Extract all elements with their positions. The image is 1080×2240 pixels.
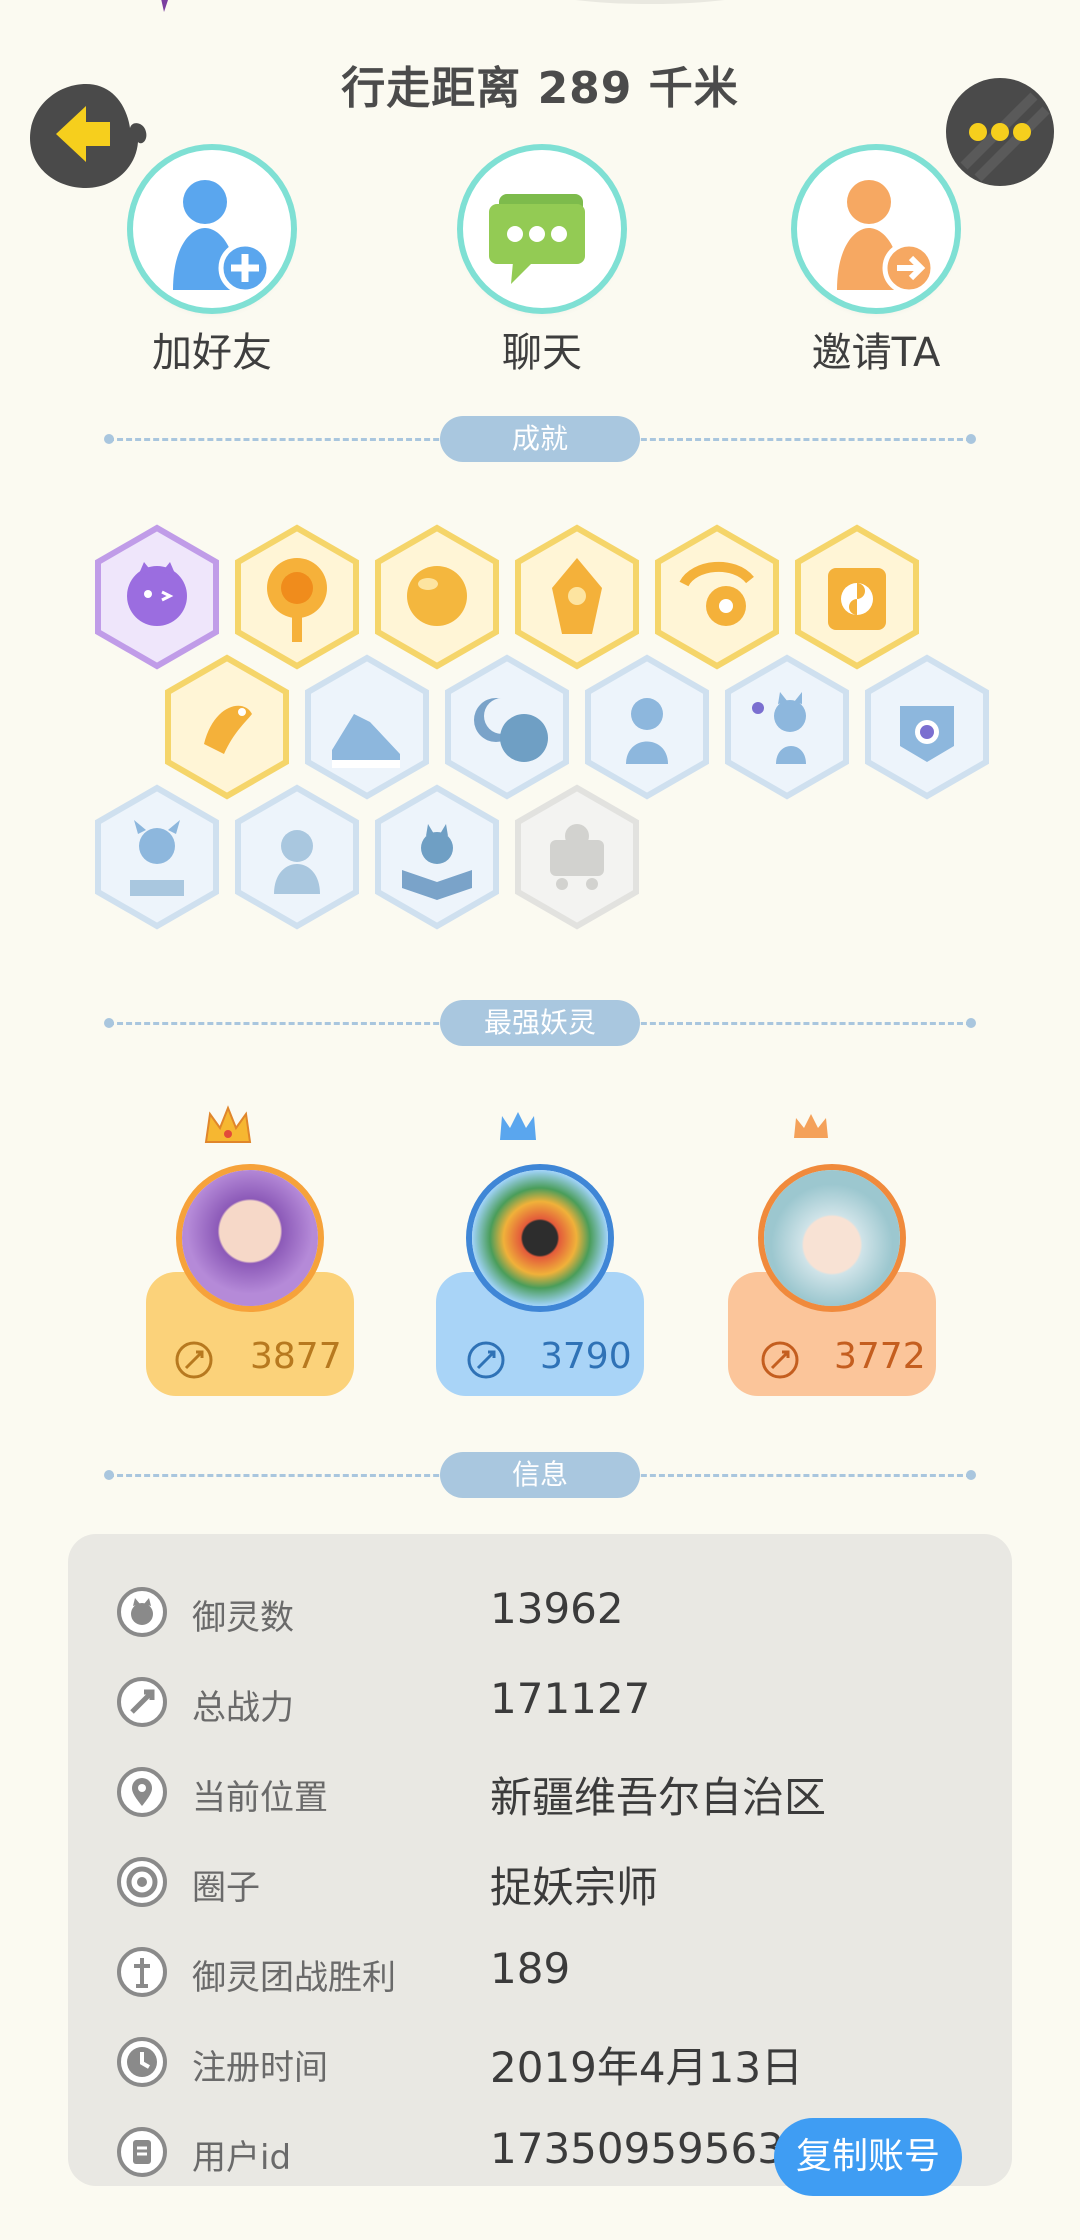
info-label: 注册时间 — [192, 2048, 328, 2088]
info-value: 171127 — [490, 1674, 651, 1723]
blue-crown-icon — [500, 1112, 536, 1140]
info-row-team-battle-wins: 御灵团战胜利 189 — [68, 1934, 1012, 2014]
spirit-avatar-3[interactable] — [764, 1170, 900, 1306]
chat-button[interactable]: 聊天 — [452, 150, 632, 378]
info-label: 圈子 — [192, 1868, 260, 1908]
invite-icon — [797, 150, 955, 308]
info-row-total-power: 总战力 171127 — [68, 1664, 1012, 1744]
spirit-power-1: 3877 — [250, 1336, 342, 1377]
shield-scroll-badge-icon[interactable] — [864, 654, 990, 800]
invite-button[interactable]: 邀请TA — [786, 150, 966, 378]
divider-dot — [104, 434, 114, 444]
sun-badge-icon[interactable] — [234, 524, 360, 670]
team-battle-icon — [117, 1947, 167, 1997]
taiji-box-badge-icon[interactable] — [794, 524, 920, 670]
battle-power-icon — [117, 1677, 167, 1727]
moon-badge-icon[interactable] — [444, 654, 570, 800]
info-panel: 御灵数 13962 总战力 171127 当前位置 新疆维吾尔自治区 圈子 捉妖… — [68, 1534, 1012, 2196]
info-row-spirit-count: 御灵数 13962 — [68, 1574, 1012, 1654]
crystal-badge-icon[interactable] — [514, 524, 640, 670]
info-value: 新疆维吾尔自治区 — [490, 1773, 827, 1822]
user-id-icon — [117, 2127, 167, 2177]
walk-distance: 行走距离 289 千米 — [341, 63, 739, 114]
logo-fragment-icon — [161, 0, 168, 12]
top-arc-decoration — [520, 0, 780, 4]
gold-crown-icon — [204, 1105, 252, 1143]
strongest-heading: 最强妖灵 — [440, 1000, 640, 1046]
bull-statue-badge-icon[interactable] — [94, 784, 220, 930]
divider-dot — [104, 1470, 114, 1480]
achievements-heading: 成就 — [440, 416, 640, 462]
purple-demon-badge-icon[interactable] — [94, 524, 220, 670]
info-row-circle: 圈子 捉妖宗师 — [68, 1844, 1012, 1924]
info-value: 2019年4月13日 — [490, 2043, 804, 2092]
info-row-register-date: 注册时间 2019年4月13日 — [68, 2024, 1012, 2104]
info-label: 御灵数 — [192, 1598, 294, 1638]
copy-account-button[interactable]: 复制账号 — [774, 2118, 962, 2196]
kitten-badge-icon[interactable] — [234, 784, 360, 930]
add-friend-button[interactable]: 加好友 — [122, 150, 302, 378]
spirit-count-icon — [117, 1587, 167, 1637]
bear-statue-badge-icon[interactable] — [584, 654, 710, 800]
spirit-power-3: 3772 — [834, 1336, 926, 1377]
info-value: 捉妖宗师 — [490, 1863, 659, 1912]
sneaker-badge-icon[interactable] — [304, 654, 430, 800]
info-label: 用户id — [192, 2138, 292, 2178]
spirit-avatar-1[interactable] — [182, 1170, 318, 1306]
invite-label: 邀请TA — [811, 330, 941, 376]
info-heading: 信息 — [440, 1452, 640, 1498]
locked-cart-badge-icon[interactable] — [514, 784, 640, 930]
golden-orb-badge-icon[interactable] — [374, 524, 500, 670]
chat-label: 聊天 — [502, 330, 582, 376]
taiji-comet-badge-icon[interactable] — [654, 524, 780, 670]
divider-dot — [966, 1470, 976, 1480]
battle-power-icon — [175, 1341, 213, 1379]
info-value: 13962 — [490, 1584, 624, 1633]
location-pin-icon — [117, 1767, 167, 1817]
clock-icon — [117, 2037, 167, 2087]
golden-fish-badge-icon[interactable] — [164, 654, 290, 800]
info-row-user-id: 用户id 17350959563 复制账号 — [68, 2114, 1012, 2196]
user-id-value: 17350959563 — [490, 2124, 784, 2173]
open-book-badge-icon[interactable] — [374, 784, 500, 930]
spirit-avatar-2[interactable] — [472, 1170, 608, 1306]
info-label: 总战力 — [192, 1688, 294, 1728]
info-value: 189 — [490, 1944, 571, 1993]
bronze-crown-icon — [794, 1114, 828, 1138]
add-friend-label: 加好友 — [152, 330, 272, 376]
spirit-power-2: 3790 — [540, 1336, 632, 1377]
info-row-location: 当前位置 新疆维吾尔自治区 — [68, 1754, 1012, 1834]
chat-icon — [463, 150, 621, 308]
battle-power-icon — [761, 1341, 799, 1379]
info-label: 当前位置 — [192, 1778, 328, 1818]
fox-spirit-badge-icon[interactable] — [724, 654, 850, 800]
add-friend-icon — [133, 150, 291, 308]
info-label: 御灵团战胜利 — [192, 1958, 396, 1998]
battle-power-icon — [467, 1341, 505, 1379]
divider-dot — [966, 1018, 976, 1028]
divider-dot — [104, 1018, 114, 1028]
circle-icon — [117, 1857, 167, 1907]
divider-dot — [966, 434, 976, 444]
